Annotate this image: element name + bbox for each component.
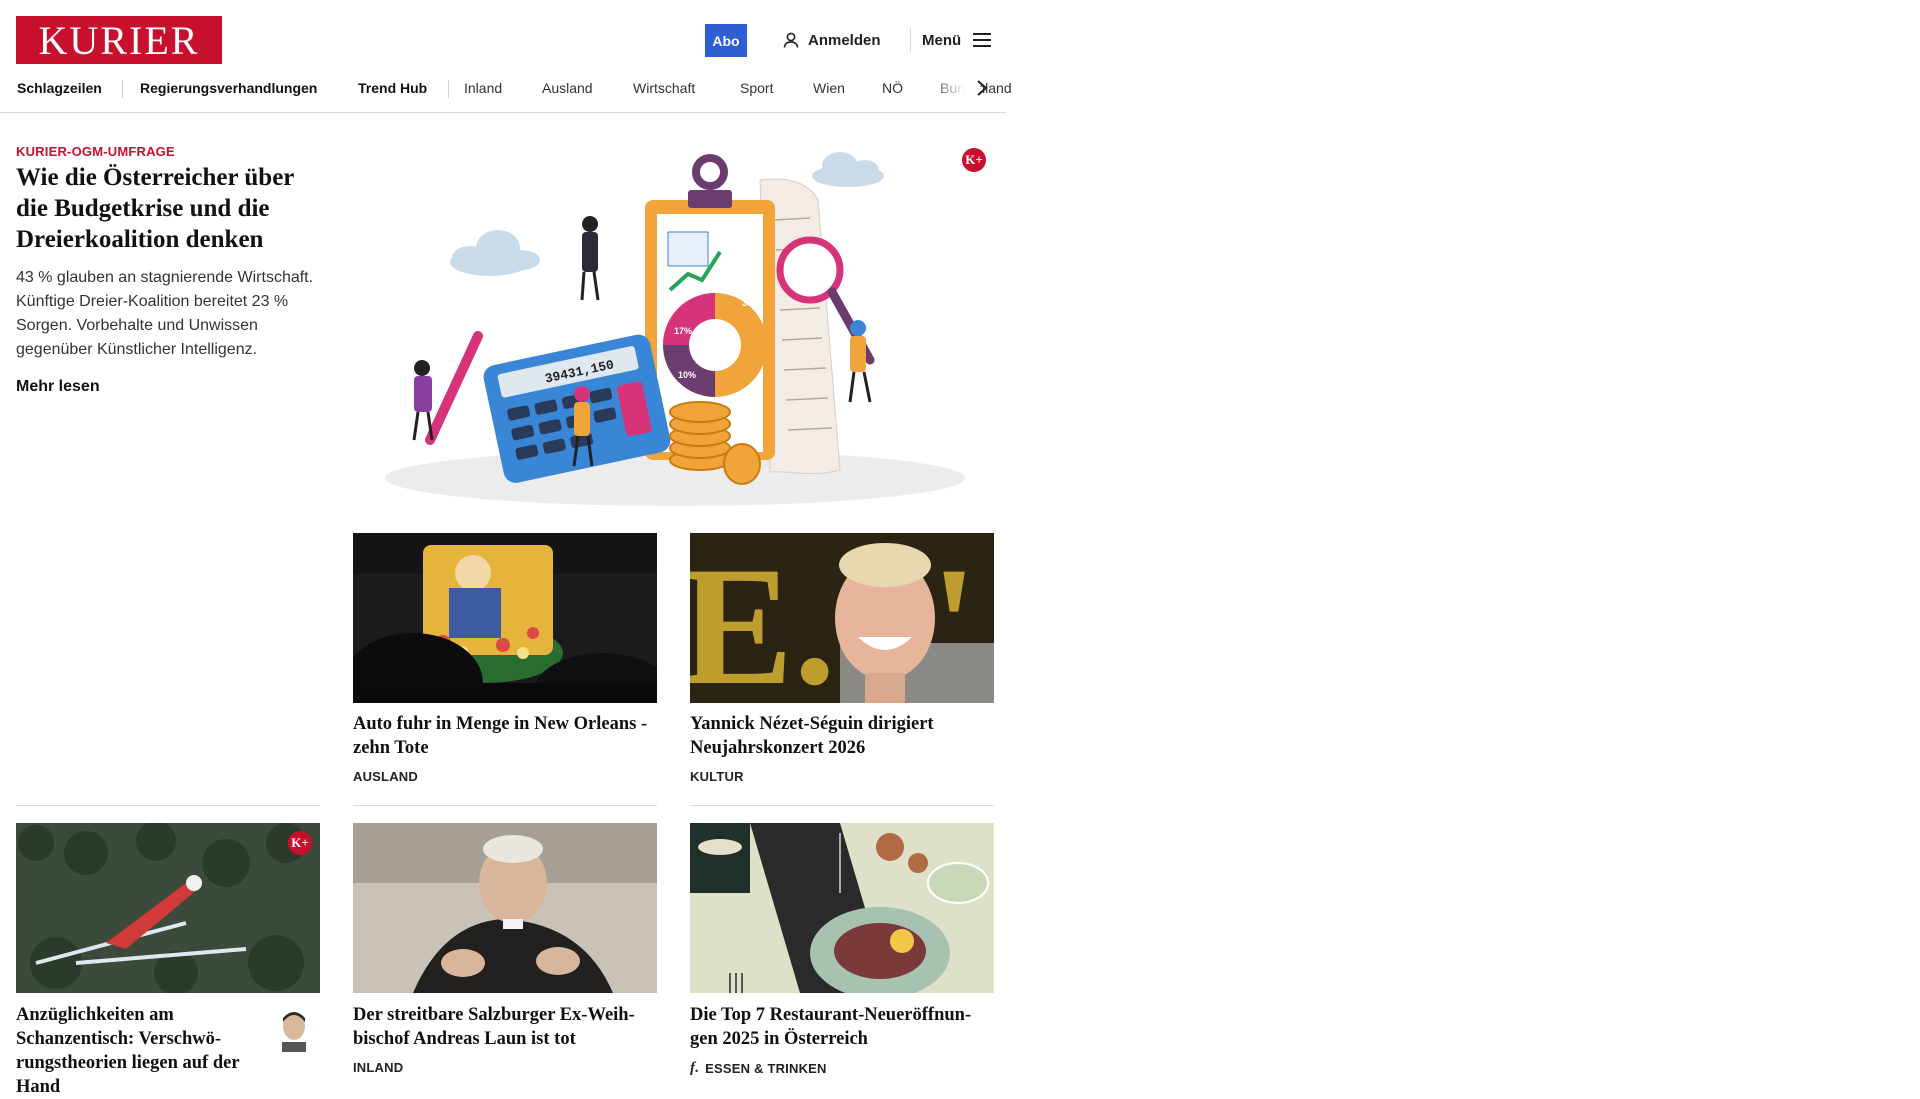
header-divider bbox=[910, 28, 911, 52]
nav-item-wien[interactable]: Wien bbox=[813, 80, 845, 96]
nav-item-sport[interactable]: Sport bbox=[740, 80, 773, 96]
card-headline[interactable]: Der streitbare Salzburger Ex-Weih-bischo… bbox=[353, 1003, 657, 1051]
restaurant-illustration[interactable] bbox=[690, 823, 994, 993]
nav-item-noe[interactable]: NÖ bbox=[882, 80, 903, 96]
card-headline[interactable]: Anzüglichkeiten am Schanzentisch: Versch… bbox=[16, 1003, 246, 1099]
conductor-photo[interactable]: E.S' bbox=[690, 533, 994, 703]
card-category[interactable]: f. ESSEN & TRINKEN bbox=[690, 1060, 827, 1077]
pct-label-b: 17% bbox=[674, 326, 692, 336]
user-icon bbox=[783, 32, 799, 48]
ski-jumper-photo[interactable] bbox=[16, 823, 320, 993]
parade-photo[interactable] bbox=[353, 533, 657, 703]
card-headline[interactable]: Yannick Nézet-Séguin dirigiert Neujahrsk… bbox=[690, 712, 994, 760]
kplus-badge: K+ bbox=[288, 831, 312, 855]
card-headline[interactable]: Auto fuhr in Menge in New Orleans - zehn… bbox=[353, 712, 657, 760]
login-button[interactable]: Anmelden bbox=[782, 28, 881, 52]
card-category-label: ESSEN & TRINKEN bbox=[705, 1061, 827, 1076]
hero-teaser: 43 % glauben an stagnierende Wirtschaft.… bbox=[16, 269, 314, 358]
hero-kicker: KURIER-OGM-UMFRAGE bbox=[16, 144, 175, 159]
freizeit-icon: f. bbox=[690, 1060, 700, 1076]
kurier-logo[interactable]: KURIER bbox=[16, 16, 222, 64]
nav-item-trend-hub[interactable]: Trend Hub bbox=[358, 80, 427, 96]
nav-item-inland[interactable]: Inland bbox=[464, 80, 502, 96]
budget-illustration[interactable]: 35% 17% 10% 39431,150 bbox=[370, 140, 980, 510]
abo-button[interactable]: Abo bbox=[705, 24, 747, 57]
kplus-badge: K+ bbox=[962, 148, 986, 172]
bishop-photo[interactable] bbox=[353, 823, 657, 993]
hero-headline[interactable]: Wie die Österreicher über die Budgetkris… bbox=[16, 162, 326, 255]
card-divider bbox=[690, 805, 994, 806]
nav-divider bbox=[122, 80, 123, 98]
section-nav: Schlagzeilen Regierungsverhandlungen Tre… bbox=[0, 76, 1012, 102]
chevron-right-icon[interactable] bbox=[972, 78, 992, 98]
card-category[interactable]: KULTUR bbox=[690, 769, 744, 784]
author-avatar[interactable] bbox=[274, 1004, 314, 1052]
card-category[interactable]: INLAND bbox=[353, 1060, 403, 1075]
pct-label-a: 35% bbox=[742, 298, 760, 308]
pct-label-c: 10% bbox=[678, 370, 696, 380]
read-more-link[interactable]: Mehr lesen bbox=[16, 378, 100, 396]
site-header: KURIER Abo Anmelden Menü Schlagzeilen Re… bbox=[0, 0, 1012, 113]
menu-label: Menü bbox=[922, 31, 962, 49]
nav-item-wirtschaft[interactable]: Wirtschaft bbox=[633, 80, 695, 96]
nav-item-schlagzeilen[interactable]: Schlagzeilen bbox=[17, 80, 102, 96]
card-category[interactable]: AUSLAND bbox=[353, 769, 418, 784]
menu-button[interactable]: Menü bbox=[922, 28, 992, 52]
card-divider bbox=[16, 805, 320, 806]
hamburger-icon bbox=[973, 33, 992, 47]
card-divider bbox=[353, 805, 657, 806]
nav-item-ausland[interactable]: Ausland bbox=[542, 80, 593, 96]
login-label: Anmelden bbox=[808, 31, 881, 49]
nav-divider bbox=[448, 80, 449, 98]
card-headline[interactable]: Die Top 7 Restaurant-Neueröffnun-gen 202… bbox=[690, 1003, 994, 1051]
nav-item-regierungsverhandlungen[interactable]: Regierungsverhandlungen bbox=[140, 80, 317, 96]
